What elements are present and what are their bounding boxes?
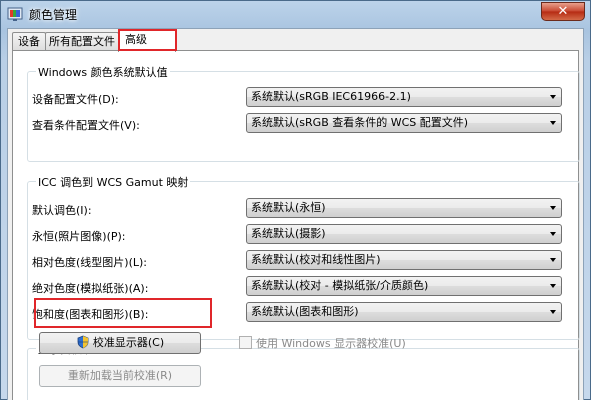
device-profile-select[interactable]: 系统默认(sRGB IEC61966-2.1) <box>246 87 562 107</box>
chevron-down-icon <box>550 121 556 125</box>
group-title-icc-mapping: ICC 调色到 WCS Gamut 映射 <box>36 174 191 190</box>
chevron-down-icon <box>550 284 556 288</box>
windows-defaults-group: Windows 颜色系统默认值 设备配置文件(D): 系统默认(sRGB IEC… <box>27 64 580 162</box>
relative-colorimetric-label: 相对色度(线型图片)(L): <box>32 256 147 269</box>
calibrate-display-label: 校准显示器(C) <box>92 336 165 349</box>
chevron-down-icon <box>550 206 556 210</box>
advanced-tab-panel: Windows 颜色系统默认值 设备配置文件(D): 系统默认(sRGB IEC… <box>12 50 580 400</box>
chevron-down-icon <box>550 95 556 99</box>
icc-mapping-group: ICC 调色到 WCS Gamut 映射 默认调色(I): 系统默认(永恒) 永… <box>27 174 580 340</box>
color-management-icon <box>7 7 23 21</box>
window-title: 颜色管理 <box>29 8 78 22</box>
default-rendering-value: 系统默认(永恒) <box>251 201 326 214</box>
use-windows-calibration-label: 使用 Windows 显示器校准(U) <box>256 337 406 350</box>
color-management-window: 颜色管理 ✕ 设备 所有配置文件 高级 Windows 颜色系统默认值 设备配置… <box>0 0 591 400</box>
calibrate-display-button[interactable]: 校准显示器(C) <box>39 332 201 354</box>
saturation-label: 饱和度(图表和图形)(B): <box>32 308 149 321</box>
tab-bar: 设备 所有配置文件 高级 <box>8 29 583 52</box>
group-title-windows-defaults: Windows 颜色系统默认值 <box>36 64 170 80</box>
perceptual-select[interactable]: 系统默认(摄影) <box>246 224 562 244</box>
viewing-conditions-value: 系统默认(sRGB 查看条件的 WCS 配置文件) <box>251 116 469 129</box>
use-windows-calibration-option[interactable]: 使用 Windows 显示器校准(U) <box>239 335 406 351</box>
relative-colorimetric-select[interactable]: 系统默认(校对和线性图片) <box>246 250 562 270</box>
tab-all-profiles[interactable]: 所有配置文件 <box>45 32 119 51</box>
viewing-conditions-select[interactable]: 系统默认(sRGB 查看条件的 WCS 配置文件) <box>246 113 562 133</box>
relative-colorimetric-value: 系统默认(校对和线性图片) <box>251 253 381 266</box>
dialog-client: 设备 所有配置文件 高级 Windows 颜色系统默认值 设备配置文件(D): … <box>7 28 584 400</box>
close-button[interactable]: ✕ <box>541 2 585 21</box>
device-profile-label: 设备配置文件(D): <box>32 93 119 106</box>
chevron-down-icon <box>550 310 556 314</box>
title-bar[interactable]: 颜色管理 ✕ <box>1 1 590 27</box>
absolute-colorimetric-select[interactable]: 系统默认(校对 - 模拟纸张/介质颜色) <box>246 276 562 296</box>
uac-shield-icon <box>77 335 89 349</box>
absolute-colorimetric-value: 系统默认(校对 - 模拟纸张/介质颜色) <box>251 279 429 292</box>
perceptual-value: 系统默认(摄影) <box>251 227 326 240</box>
tab-advanced[interactable]: 高级 <box>118 29 176 52</box>
saturation-select[interactable]: 系统默认(图表和图形) <box>246 302 562 322</box>
saturation-value: 系统默认(图表和图形) <box>251 305 359 318</box>
default-rendering-select[interactable]: 系统默认(永恒) <box>246 198 562 218</box>
absolute-colorimetric-label: 绝对色度(模拟纸张)(A): <box>32 282 149 295</box>
use-windows-calibration-checkbox[interactable] <box>239 336 252 349</box>
tab-devices[interactable]: 设备 <box>12 32 46 51</box>
viewing-conditions-label: 查看条件配置文件(V): <box>32 119 140 132</box>
perceptual-label: 永恒(照片图像)(P): <box>32 230 126 243</box>
device-profile-value: 系统默认(sRGB IEC61966-2.1) <box>251 90 411 103</box>
default-rendering-label: 默认调色(I): <box>32 204 92 217</box>
chevron-down-icon <box>550 232 556 236</box>
reload-calibration-button[interactable]: 重新加载当前校准(R) <box>39 365 201 387</box>
chevron-down-icon <box>550 258 556 262</box>
